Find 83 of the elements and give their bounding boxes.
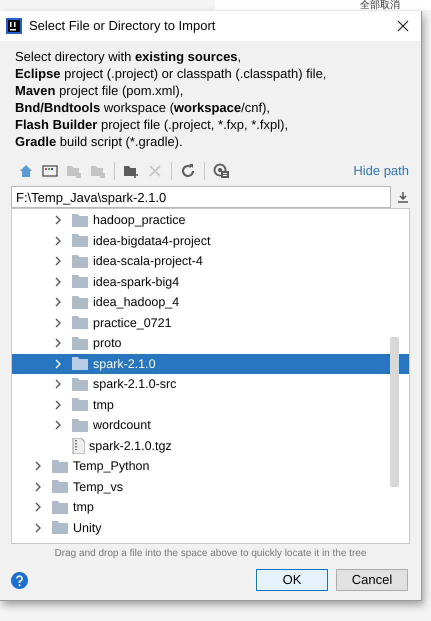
cancel-button[interactable]: Cancel (336, 569, 408, 591)
tree-row[interactable]: tmp (12, 497, 409, 518)
folder-icon (72, 296, 88, 309)
tree-item-label: practice_0721 (93, 314, 172, 331)
tree-row[interactable]: proto (12, 333, 409, 354)
tree-row[interactable]: hadoop_practice (12, 210, 409, 230)
folder-icon (52, 521, 68, 534)
tree-row[interactable]: idea_hadoop_4 (12, 292, 409, 312)
chevron-icon[interactable] (54, 379, 62, 390)
tree-row[interactable]: Temp_Python (12, 456, 409, 476)
archive-file-icon (72, 438, 85, 454)
tree-item-label: Temp_Python (73, 458, 150, 474)
chevron-icon[interactable] (54, 215, 62, 226)
tree-item-label: spark-2.1.0.tgz (89, 438, 172, 454)
chevron-icon[interactable] (54, 236, 62, 246)
description-line: Maven project file (pom.xml), (15, 82, 184, 99)
tree-item-label: idea-scala-project-4 (93, 253, 203, 270)
tree-row[interactable]: idea-scala-project-4 (12, 251, 409, 272)
tree-item-label: spark-2.1.0 (93, 356, 156, 372)
window-title: Select File or Directory to Import (29, 17, 216, 36)
tree-row[interactable]: spark-2.1.0.tgz (12, 436, 409, 456)
desktop-icon[interactable] (42, 163, 58, 179)
tree-item-label: idea-bigdata4-project (93, 232, 210, 249)
hide-path-link[interactable]: Hide path (353, 161, 409, 181)
chevron-icon[interactable] (54, 400, 62, 410)
chevron-icon[interactable] (34, 522, 42, 533)
chevron-icon[interactable] (34, 482, 42, 492)
tree-row[interactable]: spark-2.1.0-src (12, 374, 409, 394)
chevron-icon[interactable] (54, 318, 62, 328)
chevron-icon[interactable] (54, 338, 62, 348)
tree-item-label: tmp (93, 396, 114, 413)
folder-icon (72, 214, 88, 227)
scrollbar[interactable] (390, 337, 399, 487)
tree-item-label: hadoop_practice (93, 212, 186, 228)
description-line: Eclipse project (.project) or classpath (.classpath) file, (15, 65, 328, 82)
description-line: Select directory with existing sources, (15, 48, 242, 65)
folder-icon (72, 316, 88, 330)
tree-row[interactable]: tmp (12, 394, 409, 415)
folder-icon (72, 418, 88, 432)
folder-icon (72, 336, 88, 350)
description-line: Gradle build script (*.gradle). (15, 133, 184, 150)
tree-row[interactable]: idea-spark-big4 (12, 272, 409, 292)
description-line: Bnd/Bndtools workspace (workspace/cnf), (15, 99, 272, 116)
chevron-icon[interactable] (54, 276, 62, 287)
tree-item-label: proto (93, 335, 122, 352)
chevron-icon[interactable] (34, 502, 42, 512)
folder-icon (72, 234, 88, 248)
help-icon[interactable] (11, 572, 28, 588)
refresh-icon[interactable] (180, 163, 196, 179)
tree-item-label: idea-spark-big4 (93, 274, 180, 290)
tree-row[interactable]: spark-2.1.0 (12, 354, 409, 374)
download-icon[interactable] (397, 191, 409, 203)
chevron-icon[interactable] (34, 461, 42, 472)
tree-item-label: Temp_vs (73, 478, 124, 495)
tree-item-label: idea_hadoop_4 (93, 294, 180, 310)
description-line: Flash Builder project file (.project, *.fxp, *.fxpl), (15, 116, 290, 133)
tree-row[interactable]: practice_0721 (12, 312, 409, 333)
new-folder-icon[interactable] (123, 163, 139, 179)
tree-item-label: wordcount (93, 417, 151, 434)
folder-icon (52, 500, 68, 514)
tree-row[interactable]: wordcount (12, 415, 409, 436)
folder-icon (72, 357, 88, 370)
hint-text: Drag and drop a file into the space above to quickly locate it in the tree (54, 547, 368, 561)
tree-row[interactable]: Unity (12, 518, 409, 538)
folder-icon (72, 378, 88, 391)
tree-row[interactable]: Temp_vs (12, 476, 409, 497)
ok-button[interactable]: OK (256, 569, 328, 591)
folder-icon (52, 480, 68, 494)
tree-item-label: Unity (73, 520, 102, 536)
folder-icon (72, 275, 88, 288)
folder-icon (72, 254, 88, 268)
folder-icon (52, 460, 68, 473)
chevron-icon[interactable] (54, 297, 62, 308)
tree-row[interactable]: idea-bigdata4-project (12, 230, 409, 251)
tree-item-label: tmp (73, 499, 94, 516)
close-icon[interactable] (397, 20, 409, 32)
chevron-icon[interactable] (54, 256, 62, 266)
chevron-icon[interactable] (54, 420, 62, 430)
path-field[interactable]: F:\Temp_Java\spark-2.1.0 (11, 186, 391, 208)
app-logo-icon (6, 18, 22, 34)
folder-icon (72, 398, 88, 412)
tree-item-label: spark-2.1.0-src (93, 376, 176, 392)
home-icon[interactable] (18, 163, 34, 179)
